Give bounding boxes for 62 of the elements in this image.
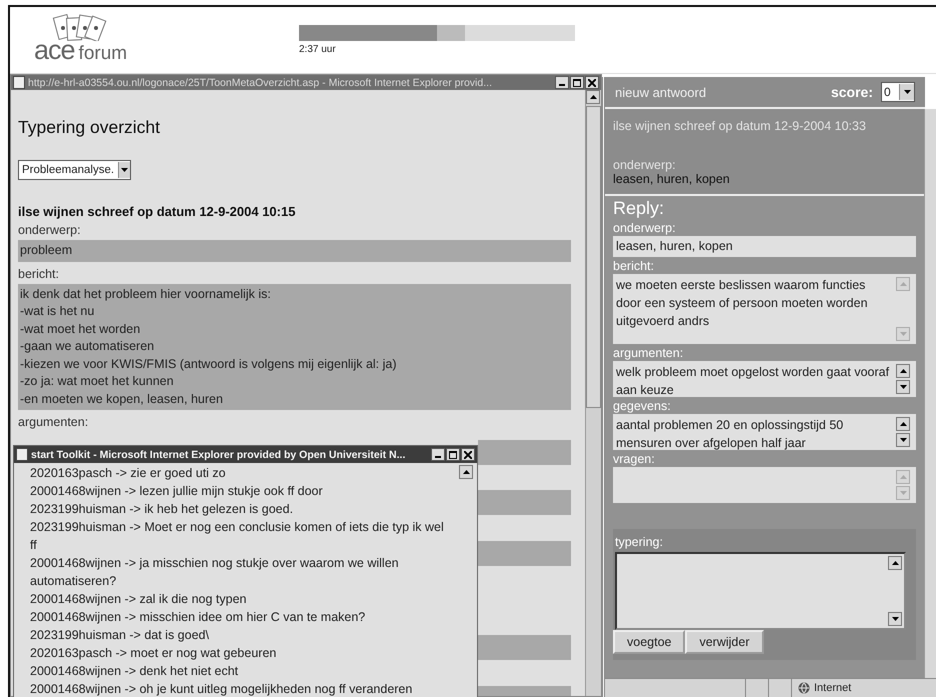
time-reading: 2:37 uur [299,44,337,55]
post-byline: ilse wijnen schreef op datum 12-9-2004 10:15 [18,204,296,219]
minimize-button[interactable] [555,76,569,89]
field-value: probleem [18,240,571,262]
action-button[interactable]: voegtoe [613,630,686,654]
chat-message: 20001468wijnen -> denk het niet echt [30,663,240,680]
zone-label: Internet [814,682,852,694]
field-value: leasen, huren, kopen [613,172,731,186]
category-select[interactable]: Probleemanalyse. [18,160,131,180]
chat-message: 20001468wijnen -> zal ik die nog typen [30,591,248,608]
field-label: onderwerp: [18,222,82,238]
chat-message: 20001468wijnen -> oh je kunt uitleg mogelijkheden nog ff veranderen [30,681,414,697]
score-select[interactable]: 0 [881,82,915,102]
page-icon [13,76,25,89]
text-area[interactable]: aantal problemen 20 en oplossingstijd 50 mensuren over afgelopen half jaar [613,414,916,450]
chat-message: 2020163pasch -> zie er goed uti zo [30,465,227,482]
caret-icon [904,90,910,94]
caret-icon [121,168,128,172]
close-button[interactable] [461,448,475,461]
logo-text: forum [78,43,128,65]
subject-field[interactable]: leasen, huren, kopen [613,236,916,257]
chat-message: 2023199huisman -> dat is goed\ [30,627,210,644]
window-title: http://e-hrl-a03554.ou.nl/logonace/25T/ToonMetaOverzicht.asp - Microsoft Internet Explorer provid... [28,76,493,88]
minimize-button[interactable] [431,448,445,461]
scrollbar[interactable] [924,196,936,678]
chat-message: 2023199huisman -> ik heb het gelezen is goed. [30,501,294,518]
action-button[interactable]: verwijder [685,630,764,654]
typering-text-area[interactable] [615,552,906,630]
reply-heading: Reply: [613,198,666,219]
maximize-icon [573,78,581,86]
maximize-icon [449,450,457,458]
window-title: start Toolkit - Microsoft Internet Explorer provided by Open Universiteit N... [31,448,406,460]
chat-message: 20001468wijnen -> ja misschien nog stukje over waarom we willen automatiseren? [30,555,400,590]
close-icon [588,78,596,86]
field-label: bericht: [18,266,60,282]
text-area[interactable]: welk probleem moet opgelost worden gaat vooraf aan keuze [613,361,916,397]
field-label: typering: [614,535,664,550]
field-label: onderwerp: [613,158,677,172]
scrollbar-thumb[interactable] [586,106,601,408]
chat-message: 2023199huisman -> Moet er nog een conclusie komen of iets die typ ik wel ff [30,519,445,554]
globe-icon [798,682,810,694]
field-value: ik denk dat het probleem hier voornamelijk is: -wat is het nu -wat moet het worden -gaan we automatiseren -kiezen we voor KWIS/FMIS (antwoord is volgens mij eigenlijk al: ja) -zo ja: wat moet het kunnen -en moeten we kopen, leasen, huren [18,284,571,410]
logo-text: ace [34,35,75,66]
page-heading: Typering overzicht [18,117,162,138]
chat-message: 20001468wijnen -> misschien idee om hier C van te maken? [30,609,366,626]
field-label: bericht: [613,259,655,274]
field-label: onderwerp: [613,221,677,236]
field-label: argumenten: [613,346,684,361]
minimize-icon [559,84,565,86]
post-byline: ilse wijnen schreef op datum 12-9-2004 10:33 [613,119,867,133]
scrollbar[interactable] [924,109,936,196]
maximize-button[interactable] [446,448,460,461]
close-icon [464,450,472,458]
chat-message: 2020163pasch -> moet er nog wat gebeuren [30,645,278,662]
minimize-icon [435,456,441,458]
field-label: argumenten: [18,414,90,430]
field-label: vragen: [613,452,656,467]
score-label: score: [830,84,873,100]
maximize-button[interactable] [570,76,584,89]
field-label: gegevens: [613,399,672,414]
chat-message: 20001468wijnen -> lezen jullie mijn stukje ook ff door [30,483,324,500]
close-button[interactable] [585,76,599,89]
